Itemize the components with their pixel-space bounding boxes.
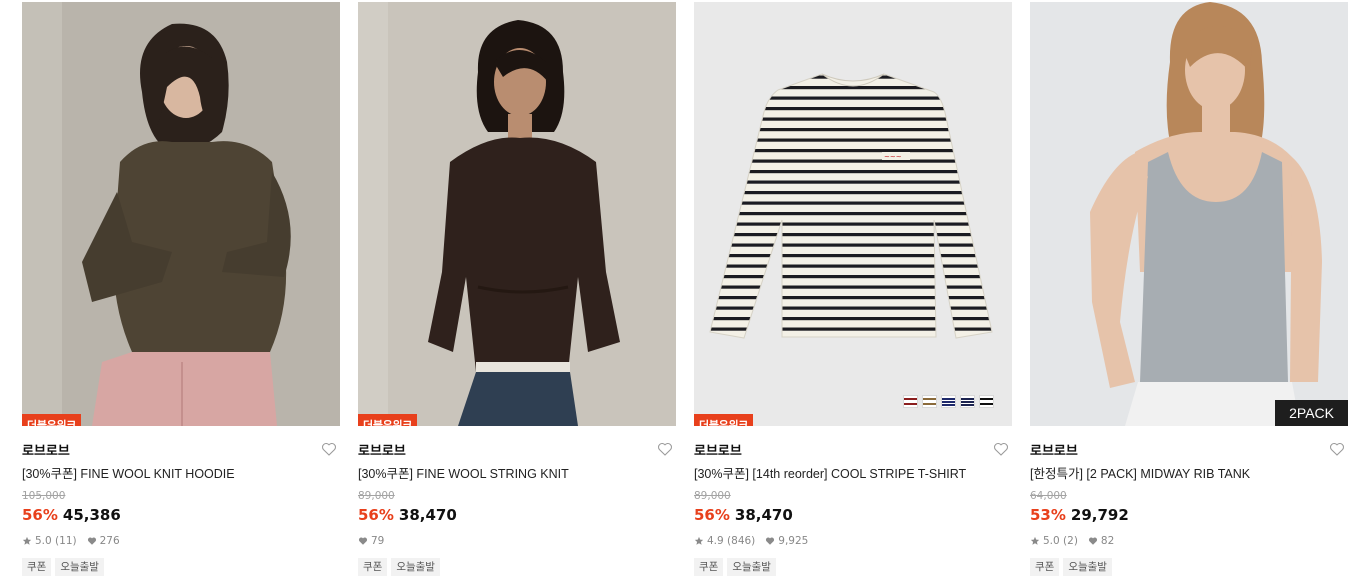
color-swatch-navy[interactable] [960,395,975,408]
sale-price: 38,470 [398,506,457,524]
color-swatch-blue[interactable] [941,395,956,408]
heart-outline-icon[interactable] [656,440,674,458]
tag-list: 쿠폰 오늘출발 [1030,558,1348,576]
product-card[interactable]: ~~~ 더블유위크 로브로브 [30%쿠폰] [14th reorder] CO… [694,2,1012,586]
star-icon [22,536,32,545]
heart-outline-icon[interactable] [1328,440,1346,458]
rib-tank-photo [1030,2,1348,426]
product-name[interactable]: [30%쿠폰] [14th reorder] COOL STRIPE T-SHI… [694,465,1012,483]
product-card[interactable]: 2PACK 로브로브 [한정특가] [2 PACK] MIDWAY RIB TA… [1030,2,1348,586]
brand-name[interactable]: 로브로브 [694,444,742,459]
like-count: 276 [99,535,120,547]
brand-name[interactable]: 로브로브 [22,444,70,459]
promo-badge: 더블유위크 [22,414,82,426]
price-row: 53% 29,792 [1030,505,1348,525]
tag-coupon[interactable]: 쿠폰 [358,558,388,576]
color-swatch-brown[interactable] [922,395,937,408]
knit-photo [358,2,676,426]
product-name[interactable]: [30%쿠폰] FINE WOOL STRING KNIT [358,465,676,483]
heart-filled-icon [87,537,96,545]
discount-rate: 56% [22,506,58,524]
product-image[interactable]: 더블유위크 [22,2,340,426]
tag-ships-today[interactable]: 오늘출발 [727,558,776,576]
review-stats: 4.9 (846) 9,925 [694,533,1012,549]
price-row: 56% 38,470 [694,505,1012,525]
star-icon [1030,536,1040,545]
like-count: 79 [371,535,385,547]
product-image[interactable]: ~~~ 더블유위크 [694,2,1012,426]
heart-outline-icon[interactable] [992,440,1010,458]
rating-text: 4.9 (846) [707,535,756,547]
tag-ships-today[interactable]: 오늘출발 [1063,558,1112,576]
original-price: 89,000 [358,490,395,502]
product-image[interactable]: 더블유위크 [358,2,676,426]
tag-list: 쿠폰 오늘출발 [22,558,340,576]
tag-coupon[interactable]: 쿠폰 [1030,558,1060,576]
original-price: 105,000 [22,490,66,502]
tag-coupon[interactable]: 쿠폰 [22,558,52,576]
price-row: 56% 45,386 [22,505,340,525]
pack-badge: 2PACK [1275,400,1348,426]
star-icon [694,536,704,545]
sale-price: 38,470 [734,506,793,524]
like-count: 82 [1100,535,1115,547]
rating-text: 5.0 (11) [35,535,77,547]
tag-list: 쿠폰 오늘출발 [694,558,1012,576]
promo-badge: 더블유위크 [358,414,418,426]
original-price: 89,000 [694,490,731,502]
hoodie-photo [22,2,340,426]
svg-text:~~~: ~~~ [884,153,902,161]
color-swatches [903,395,994,408]
product-grid: 더블유위크 로브로브 [30%쿠폰] FINE WOOL KNIT HOODIE… [0,0,1364,586]
product-name[interactable]: [30%쿠폰] FINE WOOL KNIT HOODIE [22,465,340,483]
heart-filled-icon [358,537,368,545]
heart-filled-icon [766,537,775,545]
brand-name[interactable]: 로브로브 [358,444,406,459]
brand-name[interactable]: 로브로브 [1030,444,1078,459]
discount-rate: 53% [1030,506,1066,524]
heart-filled-icon [1088,537,1097,545]
discount-rate: 56% [358,506,394,524]
review-stats: 79 [358,533,676,549]
color-swatch-black[interactable] [979,395,994,408]
product-image[interactable]: 2PACK [1030,2,1348,426]
product-card[interactable]: 더블유위크 로브로브 [30%쿠폰] FINE WOOL KNIT HOODIE… [22,2,340,586]
rating-text: 5.0 (2) [1043,535,1078,547]
product-name[interactable]: [한정특가] [2 PACK] MIDWAY RIB TANK [1030,465,1348,483]
tag-ships-today[interactable]: 오늘출발 [55,558,104,576]
sale-price: 45,386 [62,506,121,524]
promo-badge: 더블유위크 [694,414,754,426]
review-stats: 5.0 (11) 276 [22,533,340,549]
product-card[interactable]: 더블유위크 로브로브 [30%쿠폰] FINE WOOL STRING KNIT… [358,2,676,586]
discount-rate: 56% [694,506,730,524]
stripe-tshirt-photo: ~~~ [694,2,1012,426]
tag-list: 쿠폰 오늘출발 [358,558,676,576]
price-row: 56% 38,470 [358,505,676,525]
heart-outline-icon[interactable] [320,440,338,458]
review-stats: 5.0 (2) 82 [1030,533,1348,549]
original-price: 64,000 [1030,490,1067,502]
color-swatch-red[interactable] [903,395,918,408]
sale-price: 29,792 [1070,506,1129,524]
like-count: 9,925 [778,535,809,547]
tag-ships-today[interactable]: 오늘출발 [391,558,440,576]
tag-coupon[interactable]: 쿠폰 [694,558,724,576]
